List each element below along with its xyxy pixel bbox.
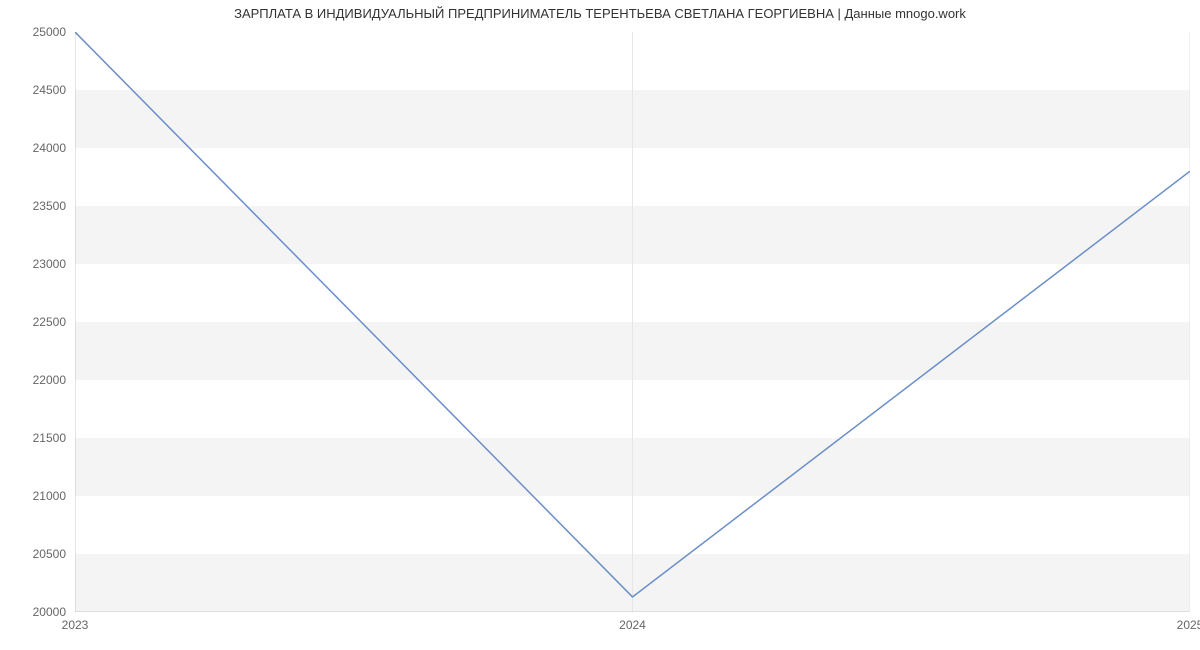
y-tick-label: 21500 bbox=[0, 431, 66, 445]
x-tick-label: 2023 bbox=[62, 618, 89, 632]
chart-title: ЗАРПЛАТА В ИНДИВИДУАЛЬНЫЙ ПРЕДПРИНИМАТЕЛ… bbox=[0, 6, 1200, 21]
chart-svg bbox=[75, 32, 1190, 612]
y-tick-label: 23500 bbox=[0, 199, 66, 213]
salary-line-chart: ЗАРПЛАТА В ИНДИВИДУАЛЬНЫЙ ПРЕДПРИНИМАТЕЛ… bbox=[0, 0, 1200, 650]
x-tick-label: 2024 bbox=[619, 618, 646, 632]
x-tick-label: 2025 bbox=[1177, 618, 1200, 632]
y-axis-ticks: 2000020500210002150022000225002300023500… bbox=[0, 32, 70, 612]
y-tick-label: 20500 bbox=[0, 547, 66, 561]
y-tick-label: 23000 bbox=[0, 257, 66, 271]
y-tick-label: 24000 bbox=[0, 141, 66, 155]
y-tick-label: 22000 bbox=[0, 373, 66, 387]
x-axis-ticks: 202320242025 bbox=[75, 612, 1190, 632]
plot-area bbox=[75, 32, 1190, 612]
y-tick-label: 21000 bbox=[0, 489, 66, 503]
y-tick-label: 24500 bbox=[0, 83, 66, 97]
y-tick-label: 22500 bbox=[0, 315, 66, 329]
y-tick-label: 25000 bbox=[0, 25, 66, 39]
y-tick-label: 20000 bbox=[0, 605, 66, 619]
